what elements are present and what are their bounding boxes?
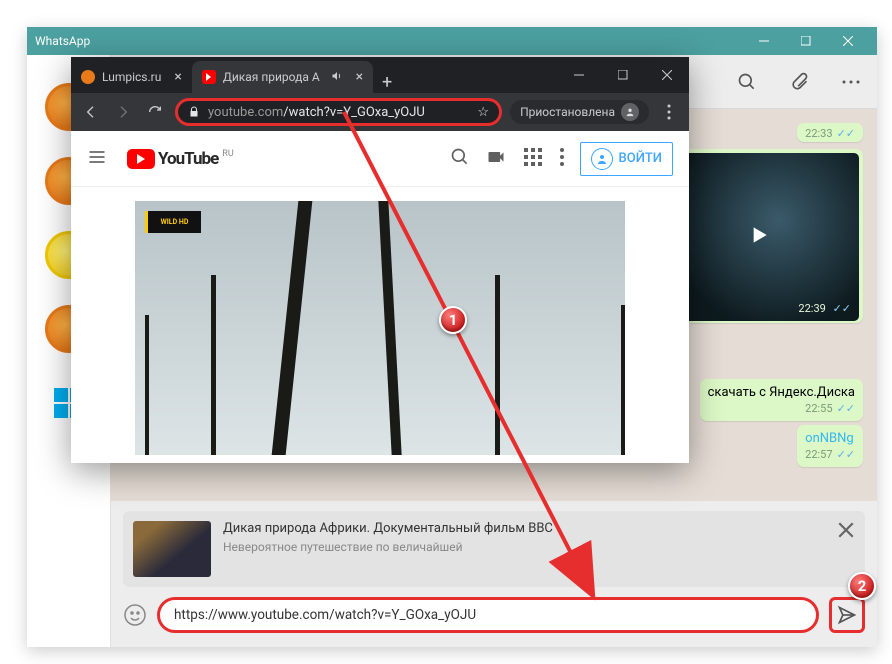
user-icon	[591, 148, 613, 170]
sign-in-button[interactable]: ВОЙТИ	[580, 142, 673, 176]
search-icon[interactable]	[450, 147, 470, 171]
compose-area: Дикая природа Африки. Документальный фил…	[111, 501, 877, 647]
natgeo-badge: WILD HD	[145, 211, 201, 233]
chrome-toolbar: youtube.com/watch?v=Y_GOxa_yOJU ☆ Приост…	[71, 93, 689, 131]
youtube-region: RU	[222, 149, 233, 159]
video-duration: 22:39	[798, 302, 825, 315]
youtube-logo[interactable]: YouTube RU	[127, 149, 234, 169]
tab-title: Дикая природа А	[223, 70, 320, 84]
read-tick-icon: ✓✓	[837, 448, 855, 461]
close-button[interactable]	[827, 27, 869, 55]
play-icon[interactable]	[745, 222, 771, 252]
paused-label: Приостановлена	[520, 105, 615, 119]
hamburger-icon[interactable]	[87, 147, 111, 171]
reload-button[interactable]	[143, 100, 167, 124]
preview-title: Дикая природа Африки. Документальный фил…	[223, 521, 855, 536]
message-bubble[interactable]: onNBNg 22:57 ✓✓	[797, 425, 863, 467]
message-input-value: https://www.youtube.com/watch?v=Y_GOxa_y…	[174, 607, 476, 623]
video-player[interactable]: WILD HD	[135, 201, 625, 455]
callout-marker: 2	[848, 572, 876, 600]
audio-playing-icon[interactable]	[331, 70, 343, 85]
preview-thumbnail	[133, 521, 211, 577]
tab-close-icon[interactable]: ×	[356, 69, 363, 85]
lock-icon	[188, 106, 200, 118]
read-tick-icon: ✓✓	[837, 402, 855, 415]
minimize-button[interactable]	[557, 57, 601, 93]
apps-grid-icon[interactable]	[524, 148, 542, 170]
minimize-button[interactable]	[743, 27, 785, 55]
msg-time: 22:33	[805, 127, 832, 140]
menu-icon[interactable]	[839, 70, 863, 94]
link-preview[interactable]: Дикая природа Африки. Документальный фил…	[123, 511, 865, 587]
url-host: youtube.com	[208, 105, 283, 120]
preview-description: Невероятное путешествие по величайшей	[223, 540, 855, 554]
new-tab-button[interactable]: +	[373, 72, 401, 93]
forward-button[interactable]	[111, 100, 135, 124]
message-bubble[interactable]: скачать с Яндекс.Диска 22:55 ✓✓	[700, 379, 863, 421]
whatsapp-titlebar: WhatsApp	[27, 27, 877, 55]
favicon-icon	[81, 70, 95, 84]
read-tick-icon: ✓✓	[833, 302, 851, 315]
msg-link-text[interactable]: onNBNg	[805, 431, 855, 446]
profile-avatar-icon	[621, 103, 639, 121]
maximize-button[interactable]	[601, 57, 645, 93]
tab-close-icon[interactable]: ×	[174, 69, 181, 85]
whatsapp-title: WhatsApp	[35, 34, 90, 48]
tab-title: Lumpics.ru	[102, 70, 161, 84]
attach-icon[interactable]	[787, 70, 811, 94]
sign-in-label: ВОЙТИ	[619, 151, 662, 166]
create-video-icon[interactable]	[486, 147, 506, 171]
favicon-icon	[202, 70, 216, 84]
profile-paused-chip[interactable]: Приостановлена	[510, 100, 649, 124]
msg-time: 22:55	[805, 402, 832, 415]
message-bubble[interactable]: 22:33 ✓✓	[797, 123, 863, 142]
message-input[interactable]: https://www.youtube.com/watch?v=Y_GOxa_y…	[157, 597, 819, 633]
chrome-menu-button[interactable]	[657, 104, 681, 120]
browser-tab[interactable]: Lumpics.ru ×	[71, 61, 192, 93]
url-path: /watch?v=Y_GOxa_yOJU	[283, 105, 425, 120]
maximize-button[interactable]	[785, 27, 827, 55]
msg-text: скачать с Яндекс.Диска	[708, 385, 855, 400]
read-tick-icon: ✓✓	[837, 127, 855, 140]
settings-menu-icon[interactable]	[560, 148, 564, 170]
youtube-brand-text: YouTube	[158, 149, 218, 169]
callout-marker: 1	[439, 306, 467, 334]
chrome-window: Lumpics.ru × Дикая природа А × + youtube…	[71, 57, 689, 463]
close-preview-button[interactable]	[837, 521, 855, 539]
emoji-icon[interactable]	[123, 603, 147, 627]
send-button[interactable]	[829, 597, 865, 633]
msg-time: 22:57	[805, 448, 832, 461]
search-icon[interactable]	[735, 70, 759, 94]
chrome-tabstrip: Lumpics.ru × Дикая природа А × +	[71, 57, 689, 93]
back-button[interactable]	[79, 100, 103, 124]
bookmark-star-icon[interactable]: ☆	[477, 105, 489, 120]
close-button[interactable]	[645, 57, 689, 93]
address-bar[interactable]: youtube.com/watch?v=Y_GOxa_yOJU ☆	[175, 98, 502, 126]
youtube-play-icon	[127, 149, 155, 169]
youtube-header: YouTube RU ВОЙТИ	[71, 131, 689, 187]
browser-tab-active[interactable]: Дикая природа А ×	[192, 61, 373, 93]
